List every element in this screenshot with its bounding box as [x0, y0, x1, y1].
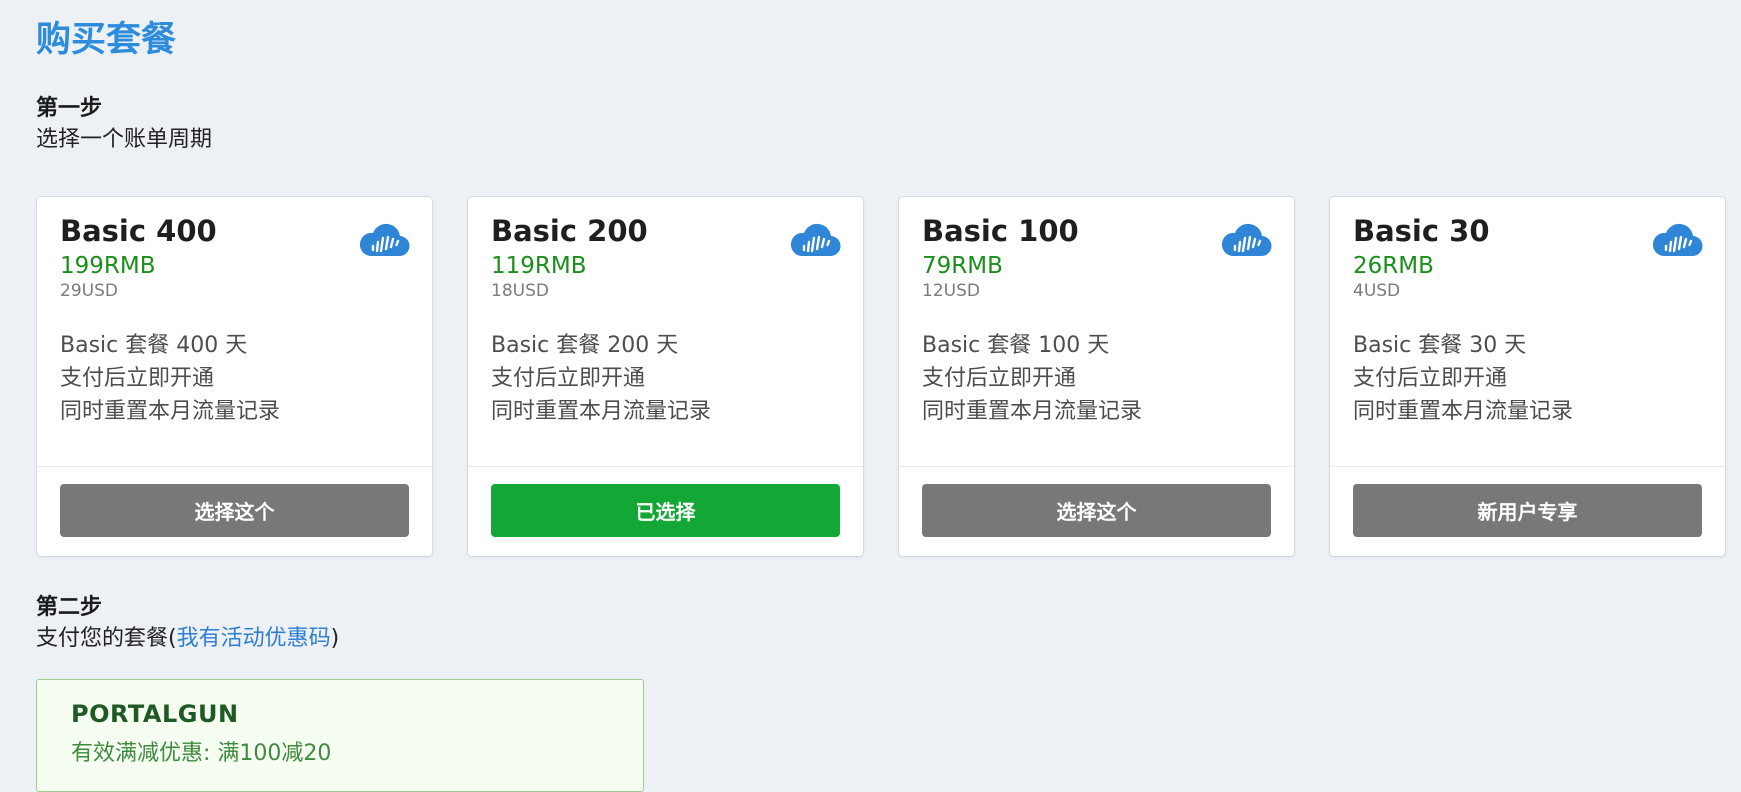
- plan-card-basic-30: Basic 30 26RMB 4USD Basic 套餐 30 天 支付后立即开…: [1329, 196, 1726, 557]
- plan-feature: Basic 套餐 400 天: [60, 333, 248, 358]
- page: 购买套餐 第一步 选择一个账单周期 Basic 400 199RMB 29USD…: [36, 16, 1726, 792]
- plan-card-body: Basic 100 79RMB 12USD Basic 套餐 100 天 支付后…: [899, 197, 1294, 467]
- cloud-icon: [1652, 223, 1703, 257]
- step2-description-prefix: 支付您的套餐(: [36, 626, 177, 651]
- coupon-code: PORTALGUN: [71, 700, 239, 728]
- step2-description: 支付您的套餐(我有活动优惠码): [36, 623, 1726, 655]
- step2-heading: 第二步: [36, 595, 103, 620]
- plan-features: Basic 套餐 100 天 支付后立即开通 同时重置本月流量记录: [922, 329, 1271, 428]
- plan-card-footer: 选择这个: [37, 467, 432, 537]
- plan-price-rmb: 79RMB: [922, 253, 1003, 279]
- plan-name: Basic 200: [491, 214, 648, 248]
- step1-heading: 第一步: [36, 96, 103, 121]
- plan-feature: 同时重置本月流量记录: [60, 399, 281, 424]
- coupon-description: 有效满减优惠: 满100减20: [71, 741, 332, 766]
- plan-features: Basic 套餐 400 天 支付后立即开通 同时重置本月流量记录: [60, 329, 409, 428]
- plan-card-footer: 新用户专享: [1330, 467, 1725, 537]
- cloud-icon: [1221, 223, 1272, 257]
- plan-card-footer: 已选择: [468, 467, 863, 537]
- plan-feature: 支付后立即开通: [922, 366, 1077, 391]
- plan-feature: 同时重置本月流量记录: [1353, 399, 1574, 424]
- plan-card-basic-100: Basic 100 79RMB 12USD Basic 套餐 100 天 支付后…: [898, 196, 1295, 557]
- coupon-box: PORTALGUN 有效满减优惠: 满100减20: [36, 679, 644, 792]
- cloud-icon: [790, 223, 841, 257]
- plan-feature: Basic 套餐 200 天: [491, 333, 679, 358]
- plan-price-rmb: 199RMB: [60, 253, 156, 279]
- plan-card-body: Basic 400 199RMB 29USD Basic 套餐 400 天 支付…: [37, 197, 432, 467]
- plan-feature: 同时重置本月流量记录: [922, 399, 1143, 424]
- plan-feature: Basic 套餐 30 天: [1353, 333, 1527, 358]
- plan-price-usd: 4USD: [1353, 281, 1401, 301]
- plan-card-footer: 选择这个: [899, 467, 1294, 537]
- select-plan-button[interactable]: 选择这个: [922, 484, 1271, 537]
- step1-description: 选择一个账单周期: [36, 127, 213, 152]
- selected-plan-button[interactable]: 已选择: [491, 484, 840, 537]
- plan-feature: 同时重置本月流量记录: [491, 399, 712, 424]
- plan-features: Basic 套餐 30 天 支付后立即开通 同时重置本月流量记录: [1353, 329, 1702, 428]
- plan-features: Basic 套餐 200 天 支付后立即开通 同时重置本月流量记录: [491, 329, 840, 428]
- cloud-icon: [359, 223, 410, 257]
- plan-list: Basic 400 199RMB 29USD Basic 套餐 400 天 支付…: [36, 196, 1726, 557]
- plan-feature: Basic 套餐 100 天: [922, 333, 1110, 358]
- plan-name: Basic 100: [922, 214, 1079, 248]
- new-user-exclusive-button[interactable]: 新用户专享: [1353, 484, 1702, 537]
- plan-price-usd: 29USD: [60, 281, 118, 301]
- plan-feature: 支付后立即开通: [491, 366, 646, 391]
- plan-feature: 支付后立即开通: [1353, 366, 1508, 391]
- plan-card-body: Basic 30 26RMB 4USD Basic 套餐 30 天 支付后立即开…: [1330, 197, 1725, 467]
- page-title: 购买套餐: [36, 20, 177, 60]
- plan-feature: 支付后立即开通: [60, 366, 215, 391]
- plan-price-usd: 18USD: [491, 281, 549, 301]
- plan-price-usd: 12USD: [922, 281, 980, 301]
- plan-card-basic-200: Basic 200 119RMB 18USD Basic 套餐 200 天 支付…: [467, 196, 864, 557]
- select-plan-button[interactable]: 选择这个: [60, 484, 409, 537]
- plan-name: Basic 30: [1353, 214, 1490, 248]
- promo-code-link[interactable]: 我有活动优惠码: [177, 626, 331, 651]
- plan-price-rmb: 26RMB: [1353, 253, 1434, 279]
- plan-card-basic-400: Basic 400 199RMB 29USD Basic 套餐 400 天 支付…: [36, 196, 433, 557]
- step2-description-suffix: ): [330, 626, 340, 651]
- plan-name: Basic 400: [60, 214, 217, 248]
- plan-price-rmb: 119RMB: [491, 253, 587, 279]
- plan-card-body: Basic 200 119RMB 18USD Basic 套餐 200 天 支付…: [468, 197, 863, 467]
